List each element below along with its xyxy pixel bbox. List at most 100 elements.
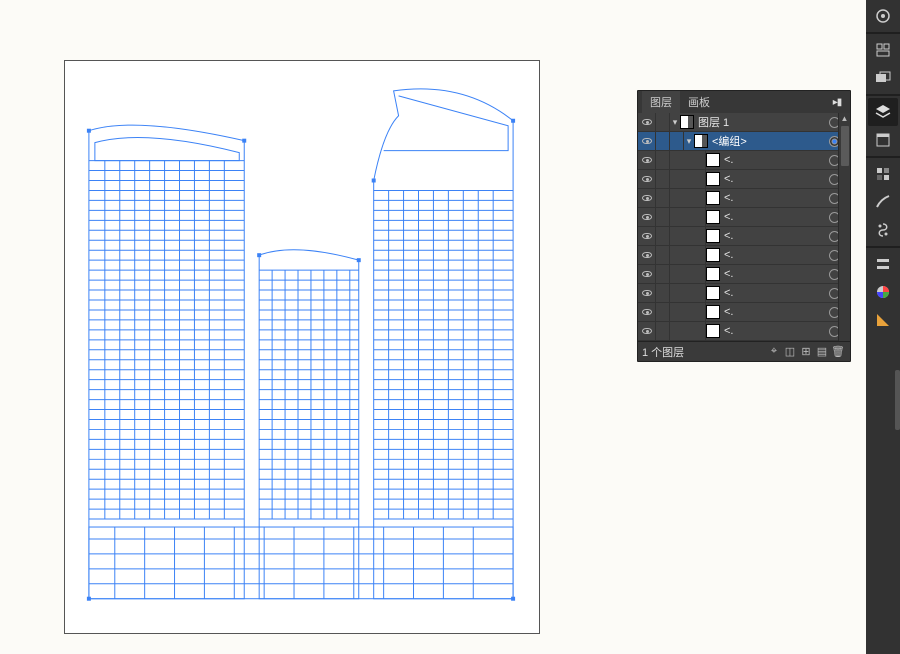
- locate-object-icon[interactable]: ⌖: [766, 345, 782, 358]
- layer-thumbnail: [706, 286, 720, 300]
- layer-name[interactable]: <.: [724, 173, 827, 185]
- eye-icon: [642, 195, 652, 201]
- eye-icon: [642, 290, 652, 296]
- layer-row-group[interactable]: <编组>: [638, 132, 850, 151]
- lock-toggle[interactable]: [656, 284, 670, 302]
- layer-row-path[interactable]: <.: [638, 322, 850, 341]
- lock-toggle[interactable]: [656, 170, 670, 188]
- lock-toggle[interactable]: [656, 113, 670, 131]
- make-clipping-mask-icon[interactable]: ◫: [782, 345, 798, 358]
- artboard-canvas[interactable]: [64, 60, 540, 634]
- visibility-toggle[interactable]: [638, 113, 656, 131]
- scroll-thumb[interactable]: [841, 126, 849, 166]
- lock-toggle[interactable]: [656, 322, 670, 340]
- brushes-icon[interactable]: [868, 188, 898, 216]
- eye-icon: [642, 233, 652, 239]
- color-guide-icon[interactable]: [868, 306, 898, 334]
- layer-row-path[interactable]: <.: [638, 284, 850, 303]
- visibility-toggle[interactable]: [638, 132, 656, 150]
- layers-icon[interactable]: [868, 98, 898, 126]
- eye-icon: [642, 157, 652, 163]
- layer-name[interactable]: <.: [724, 211, 827, 223]
- layer-name[interactable]: <.: [724, 306, 827, 318]
- symbols-icon[interactable]: [868, 216, 898, 244]
- layer-row-path[interactable]: <.: [638, 265, 850, 284]
- layer-thumbnail: [694, 134, 708, 148]
- layer-count: 1 个图层: [642, 344, 766, 360]
- layer-name[interactable]: <.: [724, 249, 827, 261]
- layer-name[interactable]: <编组>: [712, 133, 827, 149]
- layers-panel: 图层 画板 ▸▮ 图层 1 <编组> <. <. <. <.: [637, 90, 851, 362]
- tab-artboards[interactable]: 画板: [680, 91, 718, 113]
- eye-icon: [642, 176, 652, 182]
- align-icon[interactable]: [868, 36, 898, 64]
- transform-icon[interactable]: [868, 64, 898, 92]
- eye-icon: [642, 271, 652, 277]
- lock-toggle[interactable]: [656, 189, 670, 207]
- rail-scrollbar[interactable]: [895, 370, 900, 430]
- visibility-toggle[interactable]: [638, 284, 656, 302]
- layer-thumbnail: [706, 191, 720, 205]
- lock-toggle[interactable]: [656, 132, 670, 150]
- visibility-toggle[interactable]: [638, 265, 656, 283]
- visibility-toggle[interactable]: [638, 246, 656, 264]
- lock-toggle[interactable]: [656, 151, 670, 169]
- tab-layers[interactable]: 图层: [642, 91, 680, 113]
- visibility-toggle[interactable]: [638, 227, 656, 245]
- lock-toggle[interactable]: [656, 265, 670, 283]
- layer-name[interactable]: <.: [724, 287, 827, 299]
- visibility-toggle[interactable]: [638, 170, 656, 188]
- scroll-up-icon[interactable]: ▲: [841, 113, 849, 125]
- visibility-toggle[interactable]: [638, 322, 656, 340]
- lock-toggle[interactable]: [656, 208, 670, 226]
- layer-name[interactable]: <.: [724, 192, 827, 204]
- libraries-icon[interactable]: [868, 126, 898, 154]
- disclosure-icon[interactable]: [670, 117, 680, 128]
- lock-toggle[interactable]: [656, 303, 670, 321]
- layer-thumbnail: [706, 172, 720, 186]
- layer-row-path[interactable]: <.: [638, 246, 850, 265]
- layer-thumbnail: [706, 229, 720, 243]
- eye-icon: [642, 252, 652, 258]
- layers-list: 图层 1 <编组> <. <. <. <. <. <. <. <. <. <. …: [638, 113, 850, 341]
- layer-row-path[interactable]: <.: [638, 151, 850, 170]
- panel-header: 图层 画板 ▸▮: [638, 91, 850, 113]
- visibility-toggle[interactable]: [638, 189, 656, 207]
- layer-name[interactable]: <.: [724, 154, 827, 166]
- layer-row-path[interactable]: <.: [638, 303, 850, 322]
- visibility-toggle[interactable]: [638, 208, 656, 226]
- delete-layer-icon[interactable]: 🗑: [830, 345, 846, 358]
- layer-row-path[interactable]: <.: [638, 208, 850, 227]
- layer-thumbnail: [706, 248, 720, 262]
- layer-name[interactable]: 图层 1: [698, 114, 827, 130]
- eye-icon: [642, 138, 652, 144]
- panel-scrollbar[interactable]: ▲: [838, 113, 850, 341]
- panel-menu-icon[interactable]: ▸▮: [828, 97, 846, 108]
- stroke-icon[interactable]: [868, 250, 898, 278]
- layer-thumbnail: [706, 210, 720, 224]
- new-layer-icon[interactable]: ▤: [814, 345, 830, 358]
- layer-row-path[interactable]: <.: [638, 189, 850, 208]
- layer-thumbnail: [680, 115, 694, 129]
- layer-row-path[interactable]: <.: [638, 170, 850, 189]
- layer-thumbnail: [706, 324, 720, 338]
- layer-row-path[interactable]: <.: [638, 227, 850, 246]
- layer-thumbnail: [706, 267, 720, 281]
- right-tool-rail: [866, 0, 900, 654]
- layer-name[interactable]: <.: [724, 268, 827, 280]
- visibility-toggle[interactable]: [638, 303, 656, 321]
- lock-toggle[interactable]: [656, 246, 670, 264]
- layer-name[interactable]: <.: [724, 230, 827, 242]
- disclosure-icon[interactable]: [684, 136, 694, 147]
- layer-thumbnail: [706, 153, 720, 167]
- layer-row[interactable]: 图层 1: [638, 113, 850, 132]
- eye-icon: [642, 214, 652, 220]
- new-sublayer-icon[interactable]: ⊞: [798, 345, 814, 358]
- swatches-icon[interactable]: [868, 160, 898, 188]
- visibility-toggle[interactable]: [638, 151, 656, 169]
- vector-artwork: [65, 61, 539, 633]
- layer-name[interactable]: <.: [724, 325, 827, 337]
- properties-icon[interactable]: [868, 2, 898, 30]
- lock-toggle[interactable]: [656, 227, 670, 245]
- color-icon[interactable]: [868, 278, 898, 306]
